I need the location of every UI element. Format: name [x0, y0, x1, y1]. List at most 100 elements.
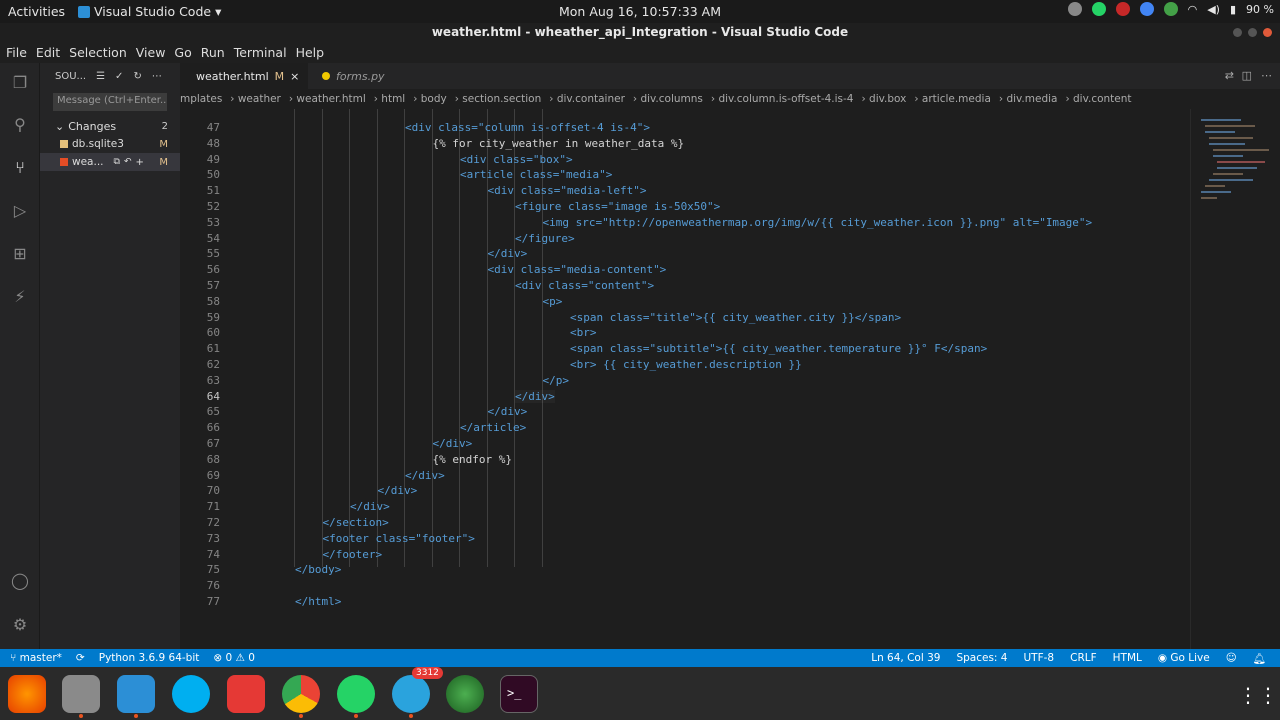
- breadcrumb-item[interactable]: weather: [238, 93, 281, 105]
- globe-app-icon[interactable]: [446, 675, 484, 713]
- code-line[interactable]: </figure>: [515, 232, 575, 245]
- sync-icon[interactable]: ⟳: [76, 652, 85, 664]
- code-line[interactable]: <div class="column is-offset-4 is-4">: [405, 121, 650, 134]
- view-as-list-icon[interactable]: ☰: [96, 71, 105, 82]
- terminal-icon[interactable]: >_: [500, 675, 538, 713]
- record-tray-icon[interactable]: [1115, 2, 1130, 16]
- code-line[interactable]: </html>: [295, 595, 341, 608]
- python-interpreter[interactable]: Python 3.6.9 64-bit: [99, 652, 200, 664]
- go-live-button[interactable]: ◉ Go Live: [1158, 652, 1210, 665]
- encoding[interactable]: UTF-8: [1024, 652, 1055, 665]
- more-actions-icon[interactable]: ⋯: [152, 71, 162, 82]
- code-line[interactable]: <br>: [570, 326, 597, 339]
- commit-message-input[interactable]: Message (Ctrl+Enter...: [53, 93, 167, 111]
- line-ending[interactable]: CRLF: [1070, 652, 1097, 665]
- code-line[interactable]: <div class="content">: [515, 279, 654, 292]
- code-line[interactable]: <span class="title">{{ city_weather.city…: [570, 311, 901, 324]
- breadcrumb-item[interactable]: div.container: [557, 93, 625, 105]
- breadcrumb-item[interactable]: body: [421, 93, 447, 105]
- code-line[interactable]: <div class="media-content">: [488, 263, 667, 276]
- changes-group[interactable]: ⌄ Changes 2: [40, 117, 180, 135]
- breadcrumb-item[interactable]: mplates: [180, 93, 222, 105]
- code-line[interactable]: </section>: [323, 516, 389, 529]
- language-mode[interactable]: HTML: [1113, 652, 1142, 665]
- settings-gear-icon[interactable]: ⚙: [10, 615, 30, 635]
- code-line[interactable]: <img src="http://openweathermap.org/img/…: [543, 216, 1093, 229]
- minimize-button[interactable]: [1233, 28, 1242, 37]
- source-control-icon[interactable]: ⑂: [10, 158, 30, 178]
- menu-selection[interactable]: Selection: [69, 42, 136, 63]
- close-icon[interactable]: ×: [290, 70, 299, 83]
- discard-changes-icon[interactable]: ↶: [124, 157, 132, 167]
- more-actions-icon[interactable]: ⋯: [1261, 69, 1272, 82]
- close-window-button[interactable]: [1263, 28, 1272, 37]
- file-manager-icon[interactable]: [62, 675, 100, 718]
- chrome-dock-icon[interactable]: [282, 675, 320, 718]
- skype-icon[interactable]: [172, 675, 210, 713]
- problems-indicator[interactable]: ⊗ 0 ⚠ 0: [213, 652, 255, 664]
- menu-run[interactable]: Run: [201, 42, 234, 63]
- menu-help[interactable]: Help: [296, 42, 334, 63]
- menu-terminal[interactable]: Terminal: [234, 42, 296, 63]
- breadcrumb-item[interactable]: div.columns: [640, 93, 702, 105]
- code-line[interactable]: </div>: [433, 437, 473, 450]
- explorer-icon[interactable]: ❐: [10, 73, 30, 93]
- indentation[interactable]: Spaces: 4: [956, 652, 1007, 665]
- show-applications-icon[interactable]: ⋮⋮: [1238, 680, 1278, 710]
- breadcrumb-item[interactable]: div.media: [1006, 93, 1057, 105]
- git-branch-indicator[interactable]: ⑂ master*: [10, 652, 62, 664]
- code-line[interactable]: <span class="subtitle">{{ city_weather.t…: [570, 342, 987, 355]
- code-line[interactable]: </body>: [295, 563, 341, 576]
- extensions-icon[interactable]: ⊞: [10, 244, 30, 264]
- menu-view[interactable]: View: [136, 42, 175, 63]
- commit-check-icon[interactable]: ✓: [115, 71, 123, 82]
- battery-icon[interactable]: ▮: [1230, 3, 1236, 16]
- code-line[interactable]: </div>: [350, 500, 390, 513]
- stage-changes-icon[interactable]: +: [135, 157, 143, 168]
- changed-file-weather[interactable]: wea... ⧉ ↶ + M: [40, 153, 180, 171]
- menu-file[interactable]: File: [6, 42, 36, 63]
- menu-edit[interactable]: Edit: [36, 42, 69, 63]
- code-line[interactable]: </article>: [460, 421, 526, 434]
- changed-file-db[interactable]: db.sqlite3 M: [40, 135, 180, 153]
- wifi-icon[interactable]: ◠: [1188, 3, 1198, 16]
- breadcrumb-item[interactable]: section.section: [462, 93, 541, 105]
- vscode-dock-icon[interactable]: [117, 675, 155, 718]
- run-debug-icon[interactable]: ▷: [10, 201, 30, 221]
- telegram-icon[interactable]: 3312: [392, 667, 443, 718]
- firefox-icon[interactable]: [8, 675, 46, 713]
- split-editor-icon[interactable]: ◫: [1242, 69, 1252, 82]
- code-line[interactable]: </div>: [378, 484, 418, 497]
- code-line[interactable]: </footer>: [323, 548, 383, 561]
- code-line[interactable]: <figure class="image is-50x50">: [515, 200, 720, 213]
- code-line[interactable]: </p>: [543, 374, 570, 387]
- code-line[interactable]: <div class="media-left">: [488, 184, 647, 197]
- activities-button[interactable]: Activities: [8, 4, 65, 19]
- code-line[interactable]: <div class="box">: [460, 153, 573, 166]
- breadcrumb-item[interactable]: weather.html: [296, 93, 365, 105]
- code-line[interactable]: <article class="media">: [460, 168, 612, 181]
- code-line[interactable]: {% endfor %}: [433, 453, 512, 466]
- tab-forms-py[interactable]: forms.py: [312, 63, 395, 89]
- code-line[interactable]: </div>: [488, 405, 528, 418]
- anydesk-icon[interactable]: [227, 675, 265, 713]
- whatsapp-dock-icon[interactable]: [337, 675, 375, 718]
- accessibility-icon[interactable]: [1067, 2, 1082, 16]
- code-line[interactable]: </div>: [488, 247, 528, 260]
- breadcrumb-item[interactable]: div.content: [1073, 93, 1132, 105]
- maximize-button[interactable]: [1248, 28, 1257, 37]
- breadcrumb-item[interactable]: article.media: [922, 93, 991, 105]
- breadcrumb-item[interactable]: div.column.is-offset-4.is-4: [718, 93, 853, 105]
- system-tray[interactable]: ◠ ◀) ▮ 90 %: [1067, 2, 1274, 16]
- cursor-position[interactable]: Ln 64, Col 39: [871, 652, 940, 665]
- whatsapp-tray-icon[interactable]: [1091, 2, 1106, 16]
- app-menu[interactable]: Visual Studio Code ▾: [78, 4, 221, 19]
- notifications-bell-icon[interactable]: 🔔︎: [1253, 652, 1266, 665]
- open-file-icon[interactable]: ⧉: [114, 157, 120, 167]
- compare-changes-icon[interactable]: ⇄: [1225, 69, 1234, 82]
- account-icon[interactable]: ◯: [10, 571, 30, 591]
- search-icon[interactable]: ⚲: [10, 115, 30, 135]
- code-line[interactable]: <p>: [543, 295, 563, 308]
- breadcrumb-item[interactable]: html: [381, 93, 405, 105]
- code-line[interactable]: {% for city_weather in weather_data %}: [433, 137, 685, 150]
